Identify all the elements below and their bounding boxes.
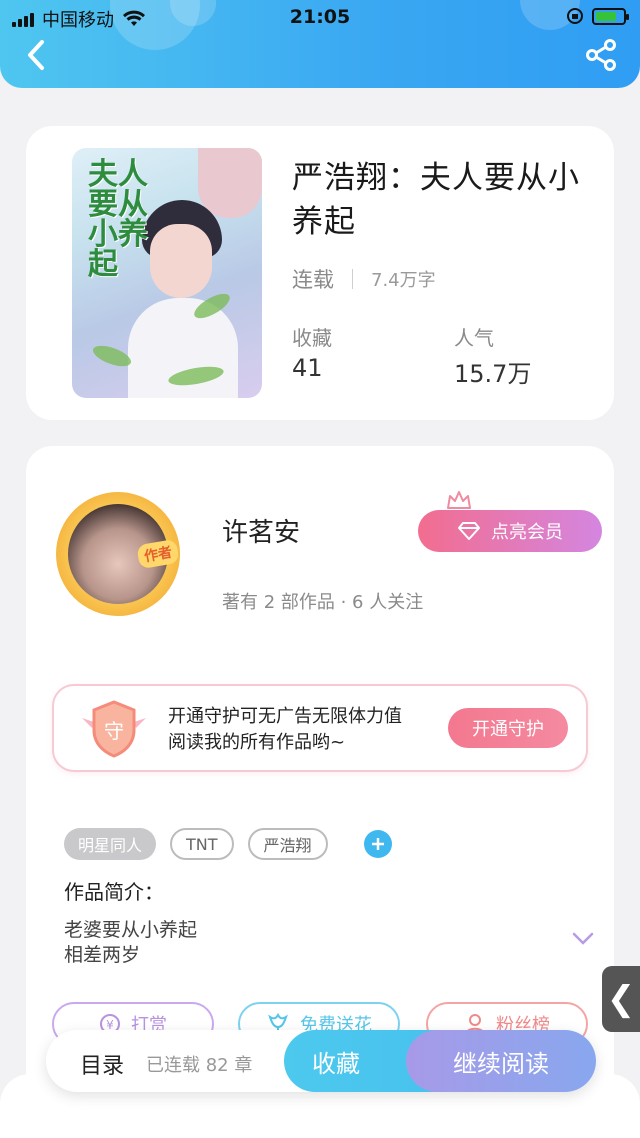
chapter-count: 已连载 82 章 [146, 1055, 253, 1076]
battery-icon [592, 7, 629, 25]
vip-button[interactable]: 点亮会员 [418, 510, 602, 552]
status-bar: 中国移动 21:05 [0, 0, 640, 36]
continue-reading-button[interactable]: 继续阅读 [406, 1030, 596, 1092]
author-name[interactable]: 许茗安 [222, 512, 300, 549]
word-count: 7.4万字 [371, 270, 436, 291]
bottom-action-bar: 目录 已连载 82 章 收藏 继续阅读 [46, 1030, 596, 1092]
guard-promo: 守 开通守护可无广告无限体力值 阅读我的所有作品哟~ 开通守护 [52, 684, 588, 772]
crown-icon [447, 491, 471, 509]
top-header: 中国移动 21:05 [0, 0, 640, 88]
guard-line-2: 阅读我的所有作品哟~ [168, 732, 346, 753]
tag-chip[interactable]: 严浩翔 [247, 828, 328, 860]
add-tag-button[interactable] [363, 830, 392, 858]
author-stats: 著有 2 部作品 · 6 人关注 [222, 592, 424, 613]
shield-icon: 守 [82, 700, 146, 758]
book-cover[interactable]: 夫人要从小养起 [72, 148, 262, 398]
back-button[interactable] [22, 38, 52, 72]
tag-chip[interactable]: 明星同人 [64, 828, 157, 860]
guard-line-1: 开通守护可无广告无限体力值 [168, 706, 402, 727]
clock: 21:05 [289, 6, 351, 28]
divider [352, 269, 353, 289]
serial-status: 连载 [292, 268, 334, 292]
intro-line: 老婆要从小养起 [64, 919, 198, 941]
book-title: 严浩翔：夫人要从小养起 [292, 160, 580, 240]
book-meta: 连载 7.4万字 [292, 264, 436, 294]
chevron-down-icon[interactable] [572, 932, 594, 946]
intro-title: 作品简介： [64, 880, 164, 904]
intro-text: 老婆要从小养起 相差两岁 [64, 918, 197, 968]
author-avatar[interactable]: 作者 [56, 492, 180, 616]
cover-figure [198, 148, 262, 218]
shield-glyph: 守 [104, 719, 124, 743]
book-info-card: 夫人要从小养起 严浩翔：夫人要从小养起 连载 7.4万字 收藏 41 人气 15… [26, 126, 614, 420]
favorites-value: 41 [292, 354, 323, 382]
orientation-lock-icon [567, 8, 583, 24]
guard-description: 开通守护可无广告无限体力值 阅读我的所有作品哟~ [168, 704, 402, 756]
popularity-label: 人气 [454, 326, 494, 350]
side-drawer-tab[interactable]: ❮ [602, 966, 640, 1032]
toc-button[interactable]: 目录 [80, 1048, 124, 1080]
open-guard-button[interactable]: 开通守护 [448, 708, 568, 748]
diamond-icon [458, 522, 480, 540]
tag-list: 明星同人 TNT 严浩翔 [64, 828, 392, 860]
tag-chip[interactable]: TNT [170, 828, 234, 860]
cover-title-art: 夫人要从小养起 [88, 157, 148, 282]
share-button[interactable] [584, 38, 618, 72]
intro-line: 相差两岁 [64, 944, 141, 966]
plus-icon [371, 838, 384, 850]
vip-button-label: 点亮会员 [491, 522, 563, 543]
favorites-label: 收藏 [292, 326, 332, 350]
popularity-value: 15.7万 [454, 360, 532, 388]
